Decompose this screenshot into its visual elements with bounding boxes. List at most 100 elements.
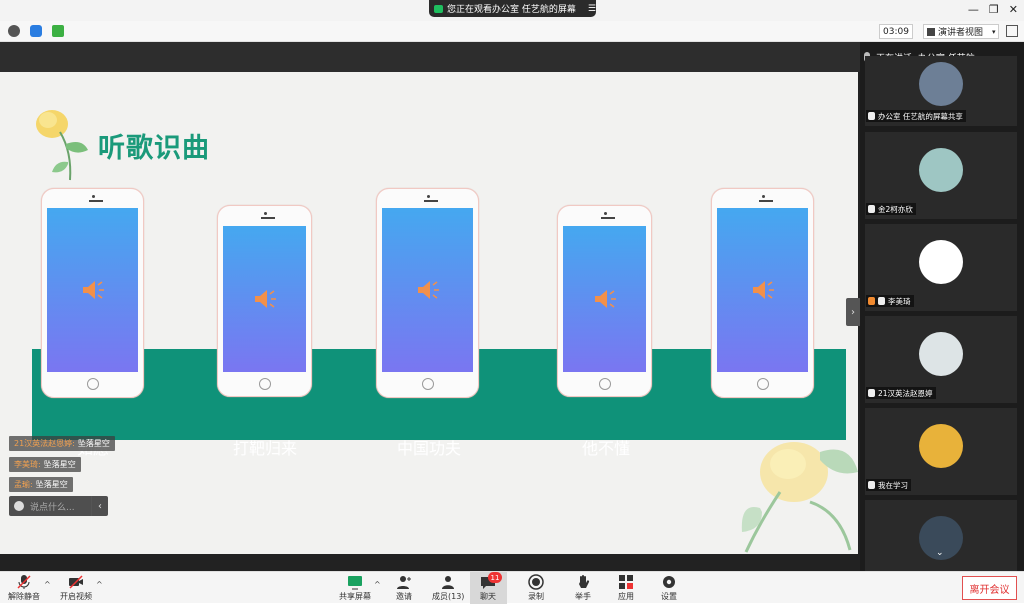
restore-button[interactable]: ❐ <box>989 3 999 16</box>
slide-title: 听歌识曲 <box>98 133 210 164</box>
invite-button[interactable]: 邀请 <box>396 574 412 602</box>
settings-button[interactable]: 设置 <box>661 574 677 602</box>
chevron-down-icon: ▾ <box>992 27 996 36</box>
speaker-icon[interactable] <box>749 278 777 302</box>
screen-share-banner[interactable]: 您正在观看办公室 任艺航的屏幕 ☰ <box>429 0 596 17</box>
leave-meeting-button[interactable]: 离开会议 <box>962 576 1017 600</box>
speaker-icon[interactable] <box>251 287 279 311</box>
phone-speaker-slot <box>423 200 438 202</box>
signal-icon[interactable] <box>52 25 64 37</box>
avatar <box>919 240 963 284</box>
flower-decoration-icon <box>36 110 88 181</box>
info-icon[interactable] <box>8 25 20 37</box>
participant-panel: 正在讲话: 办公室 任艺航; 办公室 任艺航的屏幕共享 金2柯亦欣 李美琦 21… <box>860 42 1024 571</box>
avatar <box>919 424 963 468</box>
participant-tile[interactable]: ⌄ <box>865 500 1017 571</box>
speaker-icon[interactable] <box>591 287 619 311</box>
phone-card-4[interactable] <box>557 205 652 397</box>
settings-label: 设置 <box>661 592 677 601</box>
song-label-3: 中国功夫 <box>396 439 461 458</box>
chevron-up-icon[interactable]: ^ <box>44 580 51 589</box>
chevron-down-icon[interactable]: ⌄ <box>936 548 944 558</box>
chat-sender: 李美琦: <box>14 460 41 469</box>
chat-sender: 21汉英法赵恩婷: <box>14 439 75 448</box>
phone-screen <box>223 226 306 372</box>
view-mode-select[interactable]: 演讲者视图 ▾ <box>923 24 999 39</box>
raise-hand-label: 举手 <box>575 592 591 601</box>
participant-name: 我在学习 <box>878 480 908 490</box>
gear-icon <box>663 576 675 588</box>
phone-camera-dot <box>263 212 267 215</box>
phone-screen <box>717 208 808 372</box>
participant-tile[interactable]: 李美琦 <box>865 224 1017 311</box>
phone-camera-dot <box>761 195 765 198</box>
phone-speaker-slot <box>600 217 615 219</box>
participant-tile[interactable]: 21汉英法赵恩婷 <box>865 316 1017 403</box>
avatar <box>919 148 963 192</box>
participant-tile[interactable]: 金2柯亦欣 <box>865 132 1017 219</box>
chat-collapse-button[interactable]: ‹ <box>91 496 108 516</box>
phone-camera-dot <box>426 195 430 198</box>
phone-card-1[interactable] <box>41 188 144 398</box>
user-icon <box>868 297 875 305</box>
share-banner-text: 您正在观看办公室 任艺航的屏幕 <box>447 5 576 15</box>
phone-card-5[interactable] <box>711 188 814 398</box>
record-button[interactable]: 录制 <box>528 574 544 602</box>
emoji-icon[interactable] <box>14 501 24 511</box>
window-controls: — ❐ ✕ <box>968 3 1018 16</box>
participant-label: 李美琦 <box>866 295 914 307</box>
microphone-off-icon <box>17 575 31 589</box>
chevron-up-icon[interactable]: ^ <box>374 580 381 589</box>
chat-message: 孟瑜: 坠落星空 <box>9 477 73 492</box>
speaker-icon[interactable] <box>79 278 107 302</box>
avatar <box>919 332 963 376</box>
video-off-icon <box>69 575 83 589</box>
start-video-button[interactable]: 开启视频 <box>60 574 92 602</box>
share-screen-icon <box>348 576 362 590</box>
panel-toggle-button[interactable]: › <box>846 298 860 326</box>
menu-icon[interactable]: ☰ <box>588 4 596 14</box>
phone-home-button <box>258 378 271 390</box>
chat-text: 坠落星空 <box>35 480 68 489</box>
add-user-icon <box>397 576 411 589</box>
microphone-muted-icon <box>868 481 875 489</box>
chat-badge: 11 <box>488 572 502 583</box>
members-button[interactable]: 成员(13) <box>432 574 464 602</box>
unmute-button[interactable]: 解除静音 <box>8 574 40 602</box>
chevron-up-icon[interactable]: ^ <box>96 580 103 589</box>
song-label-2: 打靶归来 <box>232 439 297 458</box>
raise-hand-button[interactable]: 举手 <box>575 574 591 602</box>
chat-text: 坠落星空 <box>43 460 76 469</box>
fullscreen-icon[interactable] <box>1006 25 1018 37</box>
phone-screen <box>563 226 646 372</box>
participant-label: 21汉英法赵恩婷 <box>866 387 936 399</box>
participant-tile[interactable]: 办公室 任艺航的屏幕共享 <box>865 56 1017 126</box>
avatar <box>919 62 963 106</box>
song-label-4: 他不懂 <box>581 439 630 458</box>
hand-icon <box>579 575 590 588</box>
phone-card-2[interactable] <box>217 205 312 397</box>
title-bar: 您正在观看办公室 任艺航的屏幕 ☰ — ❐ ✕ <box>0 0 1024 21</box>
phone-home-button <box>756 378 769 390</box>
stage-bottom-band <box>0 554 860 571</box>
apps-icon <box>619 575 633 589</box>
phone-card-3[interactable] <box>376 188 479 398</box>
view-mode-label: 演讲者视图 <box>938 28 984 38</box>
phone-home-button <box>598 378 611 390</box>
close-button[interactable]: ✕ <box>1009 3 1018 16</box>
shield-icon[interactable] <box>30 25 42 37</box>
chat-message: 李美琦: 坠落星空 <box>9 457 81 472</box>
participant-name: 办公室 任艺航的屏幕共享 <box>878 111 963 121</box>
participant-label: 金2柯亦欣 <box>866 203 916 215</box>
participant-tile[interactable]: 我在学习 <box>865 408 1017 495</box>
apps-button[interactable]: 应用 <box>618 574 634 602</box>
apps-label: 应用 <box>618 592 634 601</box>
speaker-icon[interactable] <box>414 278 442 302</box>
unmute-label: 解除静音 <box>8 592 40 601</box>
camera-icon <box>434 4 444 13</box>
meeting-toolbar: 03:09 演讲者视图 ▾ <box>0 21 1024 42</box>
participant-name: 金2柯亦欣 <box>878 204 913 214</box>
participant-name: 李美琦 <box>888 296 911 306</box>
share-screen-button[interactable]: 共享屏幕 <box>339 574 371 602</box>
minimize-button[interactable]: — <box>968 3 979 16</box>
